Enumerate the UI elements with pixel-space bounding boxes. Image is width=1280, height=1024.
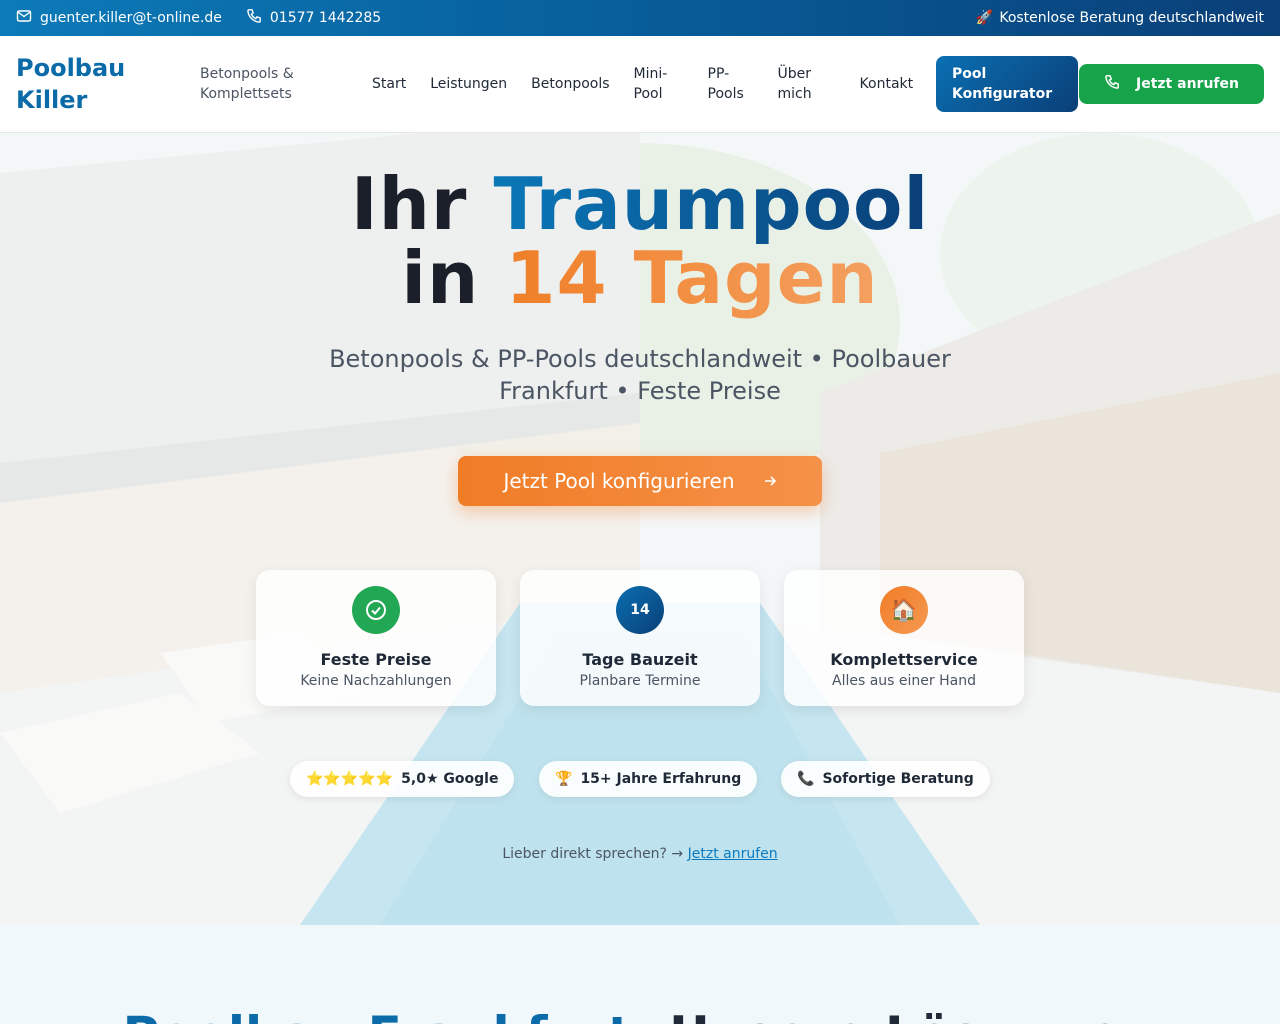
stars-icon: ⭐⭐⭐⭐⭐: [306, 771, 394, 787]
feature-card-build-time: 14 Tage Bauzeit Planbare Termine: [520, 570, 760, 706]
main-navigation: Poolbau Killer Betonpools & Komplettsets…: [0, 36, 1280, 133]
feature-subtitle: Planbare Termine: [579, 673, 701, 689]
hero-title: Ihr Traumpool in 14 Tagen: [350, 162, 930, 320]
direct-call-link[interactable]: Jetzt anrufen: [688, 846, 778, 862]
nav-item-kontakt[interactable]: Kontakt: [860, 74, 914, 94]
nav-item-mini-pool[interactable]: Mini-Pool: [634, 64, 684, 104]
instant-consultation-badge: 📞 Sofortige Beratung: [781, 761, 990, 797]
nav-item-leistungen[interactable]: Leistungen: [430, 74, 507, 94]
phone-icon: [246, 8, 262, 28]
call-now-button[interactable]: Jetzt anrufen: [1079, 64, 1264, 104]
free-consultation-note: 🚀 Kostenlose Beratung deutschlandweit: [976, 10, 1264, 26]
trophy-icon: 🏆: [555, 771, 573, 787]
check-circle-icon: [352, 586, 400, 634]
feature-card-full-service: 🏠 Komplettservice Alles aus einer Hand: [784, 570, 1024, 706]
nav-item-start[interactable]: Start: [372, 74, 406, 94]
configure-pool-button[interactable]: Jetzt Pool konfigurieren: [458, 456, 822, 506]
configure-pool-label: Jetzt Pool konfigurieren: [503, 469, 735, 493]
feature-subtitle: Alles aus einer Hand: [832, 673, 976, 689]
direct-call-prompt: Lieber direkt sprechen? → Jetzt anrufen: [502, 846, 778, 862]
days-badge: 14: [616, 586, 664, 634]
hero-subtitle: Betonpools & PP-Pools deutschlandweit • …: [329, 345, 951, 405]
google-rating-badge: ⭐⭐⭐⭐⭐ 5,0★ Google: [290, 761, 515, 797]
feature-card-fixed-prices: Feste Preise Keine Nachzahlungen: [256, 570, 496, 706]
feature-subtitle: Keine Nachzahlungen: [300, 673, 452, 689]
solutions-section: Poolbau Frankfurt: Unsere Lösungen: [0, 925, 1280, 1024]
site-logo[interactable]: Poolbau Killer: [16, 52, 156, 116]
site-tagline: Betonpools & Komplettsets: [200, 66, 294, 102]
solutions-title: Poolbau Frankfurt: Unsere Lösungen: [0, 1005, 1280, 1024]
mail-icon: [16, 8, 32, 28]
phone-text: 01577 1442285: [269, 10, 382, 26]
nav-item-betonpools[interactable]: Betonpools: [531, 74, 609, 94]
nav-item-pp-pools[interactable]: PP-Pools: [708, 64, 754, 104]
telephone-icon: 📞: [797, 771, 815, 787]
badge-text: 15+ Jahre Erfahrung: [580, 771, 742, 787]
top-bar: guenter.killer@t-online.de 01577 1442285…: [0, 0, 1280, 36]
nav-menu: Start Leistungen Betonpools Mini-Pool PP…: [372, 64, 937, 104]
pool-configurator-button[interactable]: Pool Konfigurator: [936, 56, 1078, 112]
email-contact[interactable]: guenter.killer@t-online.de: [16, 8, 222, 28]
experience-badge: 🏆 15+ Jahre Erfahrung: [539, 761, 758, 797]
free-consultation-text: Kostenlose Beratung deutschlandweit: [999, 10, 1264, 26]
rocket-icon: 🚀: [975, 10, 994, 26]
badge-text: Sofortige Beratung: [822, 771, 974, 787]
feature-title: Komplettservice: [830, 650, 978, 669]
call-now-label: Jetzt anrufen: [1136, 76, 1239, 92]
house-icon: 🏠: [880, 586, 928, 634]
arrow-right-icon: [763, 469, 777, 493]
phone-icon: [1104, 74, 1120, 94]
feature-title: Feste Preise: [320, 650, 432, 669]
feature-title: Tage Bauzeit: [582, 650, 698, 669]
hero-section: Ihr Traumpool in 14 Tagen Betonpools & P…: [0, 133, 1280, 925]
badge-text: 5,0★ Google: [401, 771, 499, 787]
email-text: guenter.killer@t-online.de: [40, 10, 222, 26]
nav-item-ueber-mich[interactable]: Über mich: [778, 64, 836, 104]
phone-contact[interactable]: 01577 1442285: [246, 8, 381, 28]
